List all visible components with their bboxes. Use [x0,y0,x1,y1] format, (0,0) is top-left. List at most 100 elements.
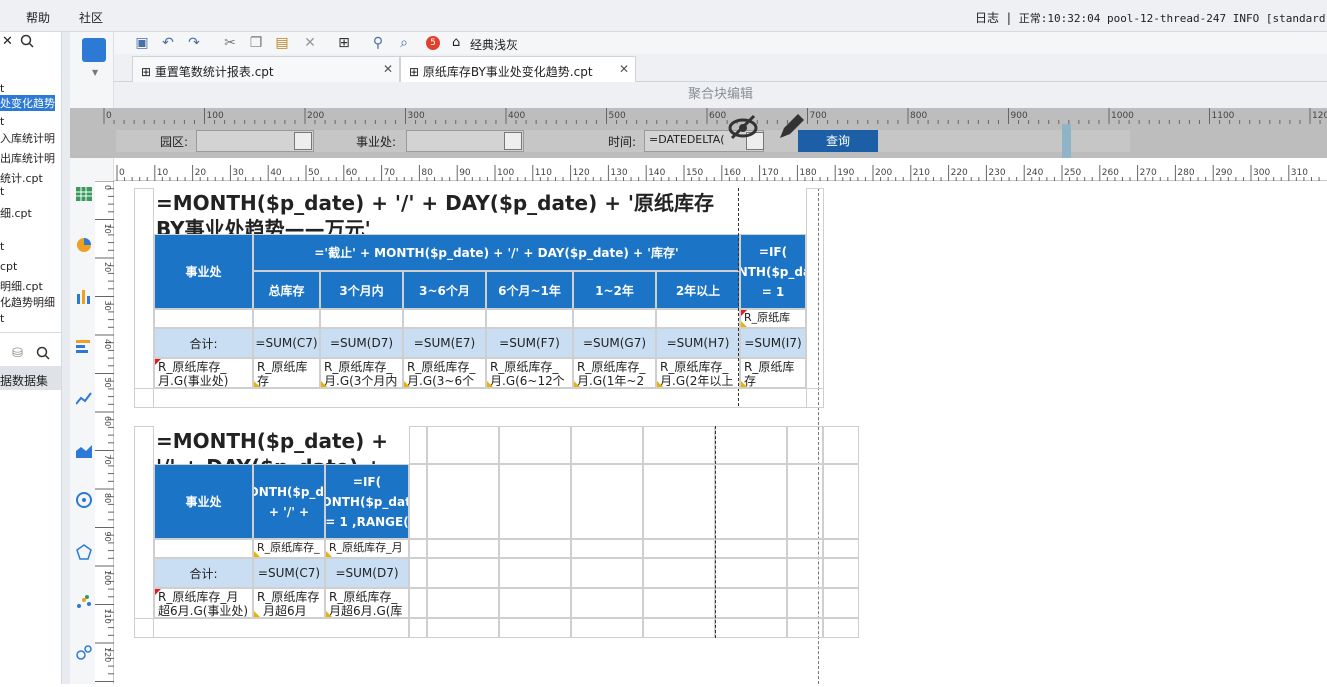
grid-cell[interactable] [571,464,643,539]
pie-chart-icon[interactable] [76,237,92,253]
report2-sum-cell[interactable]: =SUM(D7) [325,558,409,588]
grid-cell[interactable] [427,539,499,558]
report1-division-header[interactable]: 事业处 [154,234,253,309]
tree-item[interactable]: t [0,240,4,253]
save-icon[interactable]: ▣ [132,33,152,53]
report1-col-header[interactable]: 1~2年 [573,271,656,309]
grid-cell[interactable] [715,558,787,588]
search-icon[interactable] [20,34,34,48]
grid-cell[interactable] [427,618,499,638]
grid-cell[interactable] [715,618,787,638]
report1-empty-cell[interactable] [573,309,656,328]
close-icon[interactable]: ✕ [383,62,393,76]
theme-label[interactable]: 经典浅灰 [470,36,518,53]
report1-data-cell[interactable]: R_原纸库存_月.G(3个月内 [320,358,403,388]
grid-cell[interactable] [643,464,715,539]
report2-h2[interactable]: =IF( MONTH($p_date) = 1 ,RANGE( [325,464,409,539]
report1-if-header[interactable]: =IF( MONTH($p_date) = 1 [740,234,806,309]
collapse-icon[interactable]: ✕ [2,34,13,49]
grid-cell[interactable] [409,558,427,588]
grid-cell[interactable] [715,426,787,464]
report1-empty-cell[interactable] [154,309,253,328]
cut-icon[interactable]: ✂ [220,33,240,53]
line-chart-icon[interactable] [76,390,92,406]
format-icon[interactable]: ⊞ [334,33,354,53]
grid-cell[interactable] [823,618,859,638]
query-button[interactable]: 查询 [798,130,878,152]
tree-item[interactable]: 出库统计明 [0,150,55,166]
paste-icon[interactable]: ▤ [272,33,292,53]
park-dropdown-icon[interactable] [294,132,312,150]
report1-col-header[interactable]: 6个月~1年 [486,271,573,309]
grid-cell[interactable] [409,426,427,464]
grid-cell[interactable] [571,539,643,558]
report1-col-header[interactable]: 总库存 [253,271,320,309]
report1-data-cell[interactable]: R_原纸库存_月.G(2年以上 [656,358,740,388]
report1-group-header[interactable]: ='截止' + MONTH($p_date) + '/' + DAY($p_da… [253,234,740,271]
grid-cell[interactable] [409,618,427,638]
report1-data-cell[interactable]: R_原纸库存_月.G(6~12个 [486,358,573,388]
grid-cell[interactable] [787,558,823,588]
grid-cell[interactable] [715,588,787,618]
hide-eye-icon[interactable] [728,112,758,140]
grid-cell[interactable] [715,539,787,558]
report1-data-cell[interactable]: R_原纸库存_月.G(总 [253,358,320,388]
database-icon[interactable]: ⛁ [12,346,23,361]
tree-item[interactable]: 入库统计明 [0,130,55,146]
grid-cell[interactable] [571,588,643,618]
preview-icon[interactable]: ⌕ [394,33,414,53]
grid-cell[interactable] [571,618,643,638]
grid-cell[interactable] [787,618,823,638]
table-chart-icon[interactable] [76,187,92,201]
grid-cell[interactable] [643,539,715,558]
tree-item[interactable]: 统计.cpt [0,170,43,186]
tree-item[interactable]: t [0,82,4,95]
report2-r-cell[interactable]: R_原纸库存_ [253,539,325,558]
tree-item[interactable]: t [0,115,4,128]
report1-empty-cell[interactable] [403,309,486,328]
report2-title[interactable]: =MONTH($p_date) + '/' + DAY($p_date) + '… [152,426,408,464]
tree-item[interactable]: 细.cpt [0,205,32,221]
plugin-icon[interactable]: ⚲ [368,33,388,53]
scatter-chart-icon[interactable] [76,594,92,610]
report1-empty-cell[interactable] [656,309,740,328]
menu-help[interactable]: 帮助 [26,9,50,26]
grid-cell[interactable] [499,426,571,464]
grid-cell[interactable] [823,426,859,464]
report1-empty-cell[interactable] [320,309,403,328]
grid-cell[interactable] [715,464,787,539]
report2-data-cell[interactable]: R_原纸库存_月超6月.G(库 [325,588,409,618]
report1-sum-cell[interactable]: =SUM(C7) [253,328,320,358]
report1-data-cell[interactable]: R_原纸库存_月.G(库 [740,358,806,388]
division-dropdown-icon[interactable] [504,132,522,150]
grid-cell[interactable] [823,539,859,558]
report2-total-label[interactable]: 合计: [154,558,253,588]
grid-cell[interactable] [823,464,859,539]
grid-cell[interactable] [499,618,571,638]
grid-cell[interactable] [823,558,859,588]
menu-community[interactable]: 社区 [79,9,103,26]
bar-chart-icon[interactable] [76,288,92,304]
report1-data-cell[interactable]: R_原纸库存_月.G(1年~2 [573,358,656,388]
log-label[interactable]: 日志 [975,11,999,25]
tab-reset-report[interactable]: ⊞ 重置笔数统计报表.cpt ✕ [132,56,400,82]
tree-item[interactable]: 明细.cpt [0,278,43,294]
report2-sum-cell[interactable]: =SUM(C7) [253,558,325,588]
tree-item[interactable]: 化趋势明细 [0,294,55,310]
grid-cell[interactable] [643,618,715,638]
grid-cell[interactable] [427,426,499,464]
grid-cell[interactable] [499,539,571,558]
copy-icon[interactable]: ❐ [246,33,266,53]
tree-item[interactable]: 处变化趋势 [0,95,55,111]
param-resize-handle[interactable] [1062,124,1071,158]
grid-cell[interactable] [409,588,427,618]
grid-cell[interactable] [787,539,823,558]
report2-empty-cell[interactable] [154,539,253,558]
report1-empty-cell[interactable] [486,309,573,328]
undo-icon[interactable]: ↶ [158,33,178,53]
redo-icon[interactable]: ↷ [184,33,204,53]
grid-cell[interactable] [427,558,499,588]
report1-data-cell[interactable]: R_原纸库存_月.G(3~6个 [403,358,486,388]
bubble-chart-icon[interactable] [76,644,92,660]
grid-cell[interactable] [571,558,643,588]
